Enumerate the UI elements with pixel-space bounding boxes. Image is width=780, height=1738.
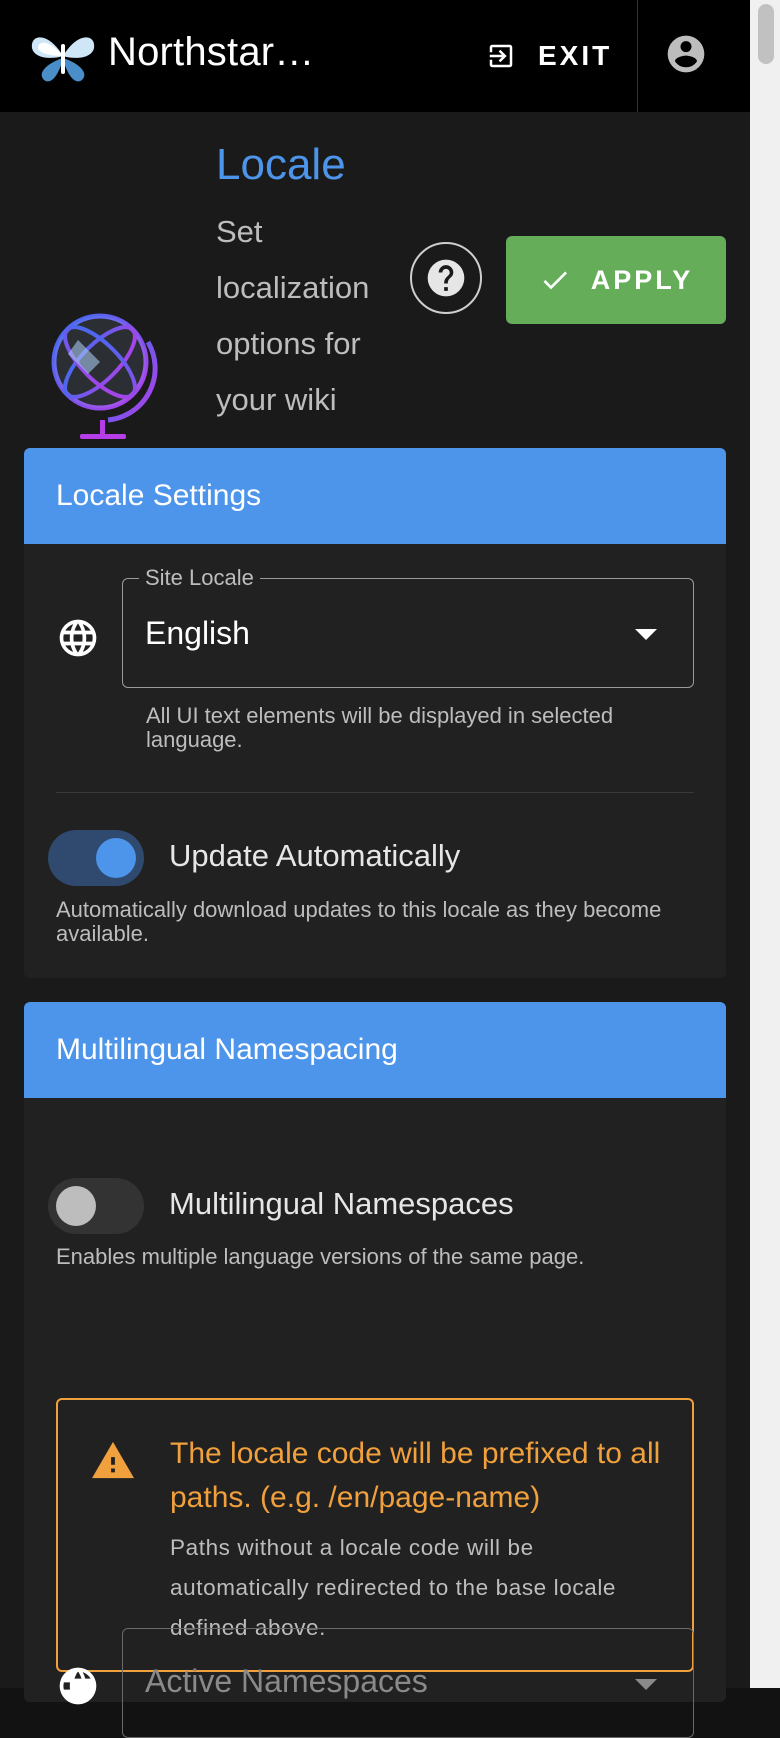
locale-settings-card: Locale Settings Site Locale English All … xyxy=(24,448,726,978)
exit-icon xyxy=(489,44,513,68)
apply-button[interactable]: APPLY xyxy=(506,236,726,324)
switch-thumb xyxy=(96,838,136,878)
update-automatically-switch[interactable] xyxy=(48,830,144,886)
page-scrollbar[interactable] xyxy=(750,0,780,1688)
multilingual-namespaces-switch[interactable] xyxy=(48,1178,144,1234)
multilingual-namespacing-card: Multilingual Namespacing Multilingual Na… xyxy=(24,1002,726,1702)
active-namespaces-select[interactable]: Active Namespaces xyxy=(122,1628,694,1738)
globe-icon xyxy=(59,1667,97,1705)
appbar-divider xyxy=(637,0,638,112)
active-namespaces-label: Active Namespaces xyxy=(145,1663,428,1699)
locale-settings-header: Locale Settings xyxy=(24,448,726,544)
exit-label: EXIT xyxy=(538,40,613,71)
apply-label: APPLY xyxy=(590,264,694,295)
multilingual-namespacing-header: Multilingual Namespacing xyxy=(24,1002,726,1098)
page-title: Locale xyxy=(216,140,346,189)
section-divider xyxy=(56,792,694,793)
help-button[interactable] xyxy=(410,242,482,314)
warning-icon xyxy=(92,1441,134,1479)
scrollbar-thumb[interactable] xyxy=(758,4,774,64)
warning-title: The locale code will be prefixed to all … xyxy=(170,1437,661,1514)
globe-icon xyxy=(51,313,158,439)
site-locale-hint: All UI text elements will be displayed i… xyxy=(146,703,614,752)
account-circle-icon[interactable] xyxy=(664,32,708,76)
exit-button[interactable]: EXIT xyxy=(478,30,620,82)
update-automatically-hint: Automatically download updates to this l… xyxy=(56,897,662,946)
butterfly-logo-icon[interactable] xyxy=(28,26,98,86)
site-locale-value: English xyxy=(145,615,250,651)
help-icon xyxy=(427,259,465,297)
main-content: Locale Set localization options for your… xyxy=(0,112,750,1738)
multilingual-namespaces-hint: Enables multiple language versions of th… xyxy=(56,1244,585,1269)
globe-icon xyxy=(59,619,97,657)
app-bar: Northstar… EXIT xyxy=(0,0,750,112)
multilingual-namespaces-label: Multilingual Namespaces xyxy=(169,1186,514,1221)
update-automatically-label: Update Automatically xyxy=(169,838,461,873)
site-title[interactable]: Northstar… xyxy=(108,30,315,75)
chevron-down-icon xyxy=(635,1679,657,1690)
page-subtitle: Set localization options for your wiki xyxy=(216,214,370,417)
site-locale-label: Site Locale xyxy=(139,565,260,591)
check-icon xyxy=(543,271,567,290)
site-locale-select[interactable]: Site Locale English xyxy=(122,565,694,688)
switch-thumb xyxy=(56,1186,96,1226)
chevron-down-icon xyxy=(635,629,657,640)
